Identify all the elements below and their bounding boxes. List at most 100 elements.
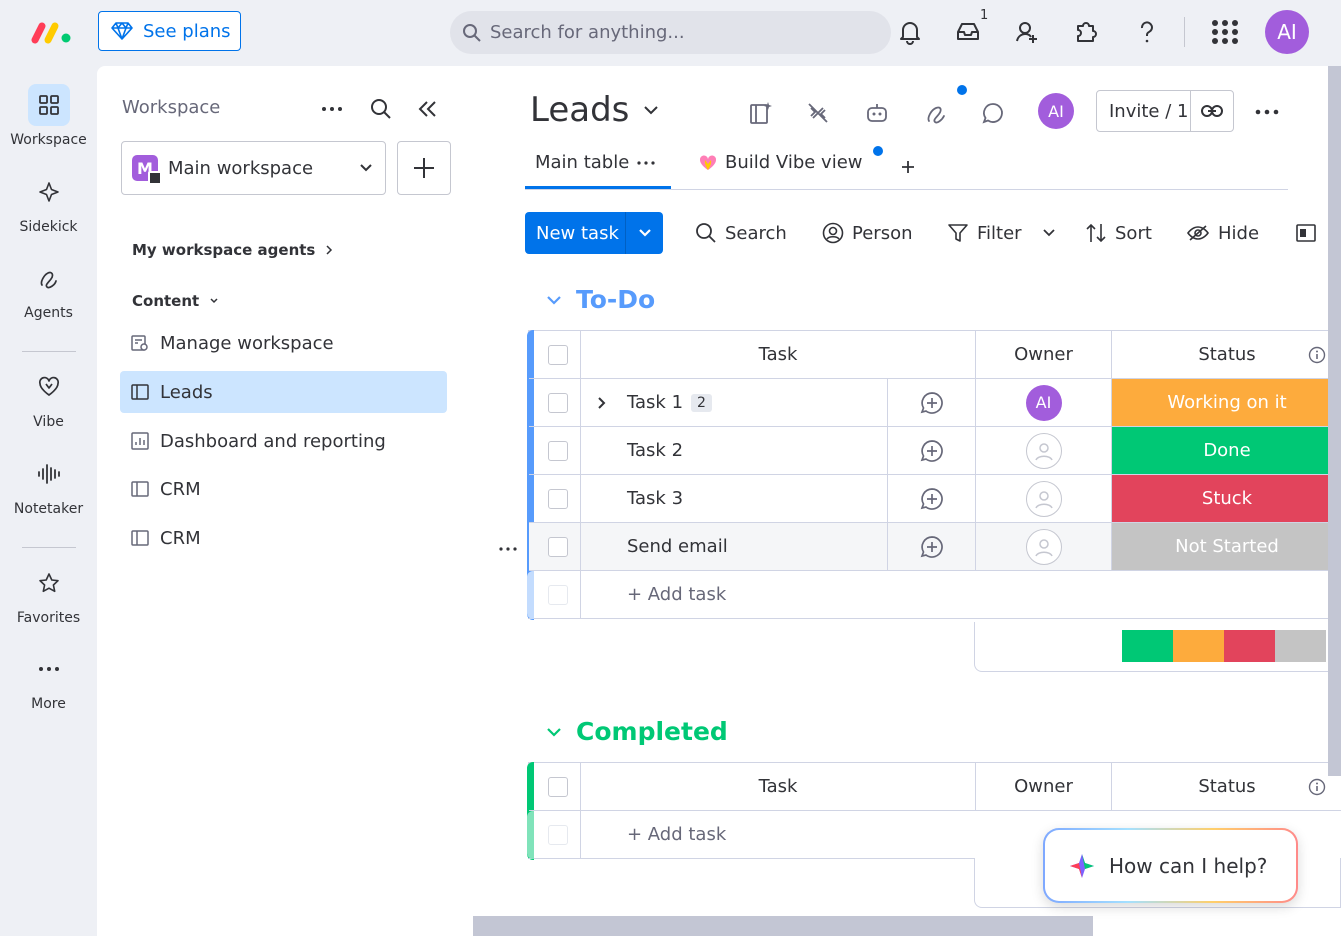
workspace-search-icon[interactable]	[370, 98, 392, 120]
help-icon[interactable]	[1134, 18, 1160, 46]
column-header-task[interactable]: Task	[581, 331, 976, 378]
new-task-button[interactable]: New task	[525, 212, 663, 254]
task-name-cell[interactable]: Task 3	[581, 475, 888, 522]
column-header-owner[interactable]: Owner	[976, 331, 1112, 378]
table-row[interactable]: Task 2 Done	[529, 427, 1341, 475]
status-cell[interactable]: Working on it	[1112, 379, 1341, 426]
apps-grid-icon[interactable]	[1210, 18, 1240, 46]
collapse-panel-icon[interactable]	[418, 100, 438, 118]
updates-cell[interactable]	[888, 427, 976, 474]
owner-cell[interactable]	[976, 523, 1112, 570]
column-header-owner[interactable]: Owner	[976, 763, 1112, 810]
row-checkbox[interactable]	[548, 440, 568, 461]
add-item-button[interactable]	[397, 141, 451, 195]
global-search-input[interactable]: Search for anything...	[450, 11, 891, 54]
select-all-checkbox[interactable]	[548, 344, 568, 365]
row-checkbox[interactable]	[548, 392, 568, 413]
chevron-down-icon[interactable]	[546, 295, 562, 305]
ai-help-button[interactable]: How can I help?	[1043, 828, 1298, 903]
nav-sidekick[interactable]: Sidekick	[0, 171, 97, 235]
status-cell[interactable]: Done	[1112, 427, 1341, 474]
owner-cell[interactable]	[976, 427, 1112, 474]
automations-bot-icon[interactable]	[864, 100, 890, 126]
status-label: Stuck	[1201, 488, 1253, 509]
puzzle-icon[interactable]	[1073, 18, 1099, 46]
chevron-down-icon[interactable]	[546, 727, 562, 737]
row-checkbox[interactable]	[548, 536, 568, 557]
chevron-down-icon[interactable]	[638, 228, 652, 238]
my-workspace-agents-link[interactable]: My workspace agents	[132, 241, 333, 259]
info-icon[interactable]	[1308, 346, 1326, 364]
tab-main-table[interactable]: Main table	[535, 152, 655, 173]
copy-link-icon[interactable]	[1200, 104, 1224, 118]
board-more-icon[interactable]	[1255, 109, 1279, 115]
board-title[interactable]: Leads	[530, 90, 659, 130]
status-summary-bar	[1122, 630, 1326, 662]
monday-logo[interactable]	[31, 18, 73, 46]
nav-favorites[interactable]: Favorites	[0, 562, 97, 626]
group-header-completed[interactable]: Completed	[546, 717, 728, 746]
status-cell[interactable]: Stuck	[1112, 475, 1341, 522]
column-header-task[interactable]: Task	[581, 763, 976, 810]
agents-board-icon[interactable]	[924, 100, 950, 126]
task-name-cell[interactable]: Task 1 2	[581, 379, 888, 426]
sidebar-item-dashboard[interactable]: Dashboard and reporting	[120, 420, 447, 462]
group-by-icon[interactable]	[1295, 222, 1317, 244]
table-row[interactable]: Task 3 Stuck	[529, 475, 1341, 523]
owner-cell[interactable]: AI	[976, 379, 1112, 426]
sidebar-item-crm[interactable]: CRM	[120, 517, 447, 559]
sidebar-item-manage-workspace[interactable]: Manage workspace	[120, 322, 447, 364]
add-task-input[interactable]: + Add task	[581, 571, 1341, 618]
vertical-scrollbar[interactable]	[1328, 66, 1341, 776]
nav-vibe[interactable]: Vibe	[0, 366, 97, 430]
expand-subitems-icon[interactable]	[597, 396, 607, 410]
user-avatar[interactable]: AI	[1265, 10, 1309, 54]
person-filter-button[interactable]: Person	[822, 212, 913, 254]
select-all-checkbox[interactable]	[548, 776, 568, 797]
workspace-more-icon[interactable]	[321, 106, 343, 112]
info-icon[interactable]	[1308, 778, 1326, 796]
row-more-icon[interactable]	[499, 547, 517, 551]
content-section-toggle[interactable]: Content	[132, 292, 219, 310]
tab-more-icon[interactable]	[637, 160, 655, 165]
bell-icon[interactable]	[897, 18, 923, 46]
board-toolbar: New task Search Person Filter Sort Hide	[525, 212, 1341, 254]
updates-cell[interactable]	[888, 523, 976, 570]
sidekick-board-icon[interactable]	[748, 100, 774, 126]
table-row[interactable]: Task 1 2 AI Working on it	[529, 379, 1341, 427]
eye-hidden-icon	[1187, 225, 1209, 241]
updates-cell[interactable]	[888, 379, 976, 426]
updates-cell[interactable]	[888, 475, 976, 522]
nav-workspace[interactable]: Workspace	[0, 84, 97, 148]
sort-button[interactable]: Sort	[1085, 212, 1152, 254]
integrations-icon[interactable]	[805, 100, 831, 126]
owner-cell[interactable]	[976, 475, 1112, 522]
column-header-status[interactable]: Status	[1112, 763, 1341, 810]
invite-member-icon[interactable]	[1014, 18, 1040, 46]
tab-build-vibe-view[interactable]: Build Vibe view	[699, 152, 863, 173]
sidebar-item-leads[interactable]: Leads	[120, 371, 447, 413]
nav-notetaker[interactable]: Notetaker	[0, 453, 97, 517]
nav-more[interactable]: More	[0, 648, 97, 712]
search-button[interactable]: Search	[695, 212, 787, 254]
status-summary[interactable]	[974, 622, 1341, 672]
group-header-todo[interactable]: To-Do	[546, 285, 655, 314]
updates-chat-icon[interactable]	[980, 100, 1006, 126]
task-name-cell[interactable]: Task 2	[581, 427, 888, 474]
sidebar-item-crm[interactable]: CRM	[120, 468, 447, 510]
table-row[interactable]: Send email Not Started	[529, 523, 1341, 571]
status-cell[interactable]: Not Started	[1112, 523, 1341, 570]
row-checkbox[interactable]	[548, 488, 568, 509]
filter-button[interactable]: Filter	[947, 212, 1056, 254]
chevron-down-icon[interactable]	[1042, 228, 1056, 238]
task-name-cell[interactable]: Send email	[581, 523, 888, 570]
see-plans-button[interactable]: See plans	[98, 11, 241, 51]
board-user-avatar[interactable]: AI	[1038, 93, 1074, 129]
nav-agents[interactable]: Agents	[0, 257, 97, 321]
column-header-status[interactable]: Status	[1112, 331, 1341, 378]
workspace-selector[interactable]: M Main workspace	[121, 141, 386, 195]
invite-button[interactable]: Invite / 1	[1096, 90, 1234, 132]
add-view-icon[interactable]	[901, 160, 915, 174]
horizontal-scrollbar[interactable]	[473, 916, 1093, 936]
hide-button[interactable]: Hide	[1186, 212, 1259, 254]
